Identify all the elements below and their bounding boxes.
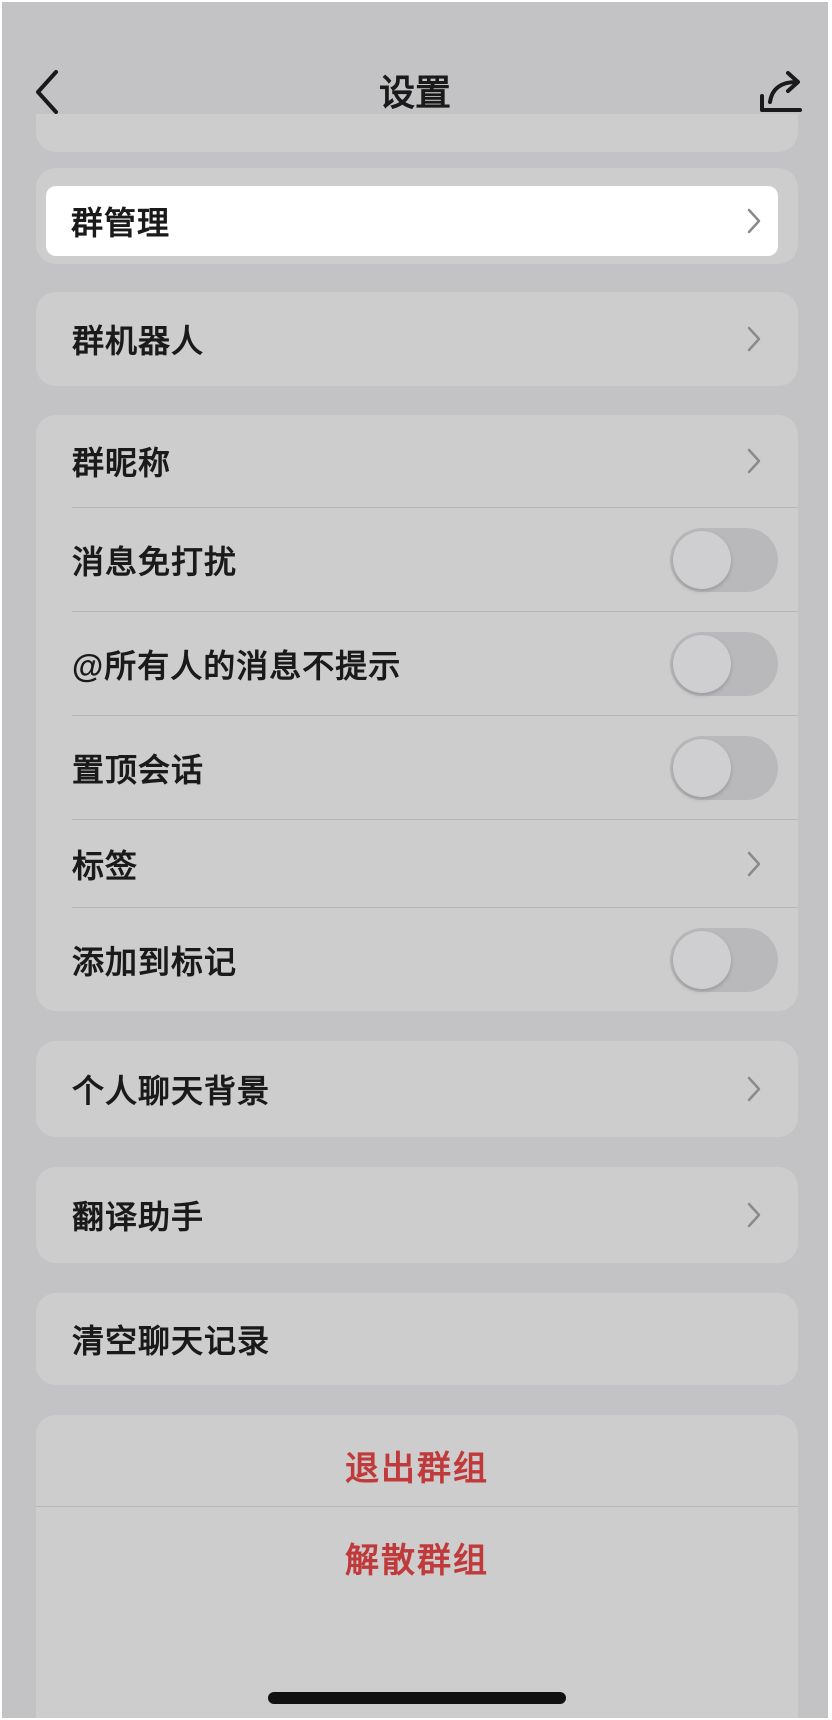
chevron-right-icon [747, 1202, 761, 1228]
mute-toggle[interactable] [670, 527, 778, 592]
pin-chat-label: 置顶会话 [72, 751, 205, 788]
group-nickname-label: 群昵称 [72, 445, 172, 481]
chat-background-label: 个人聊天背景 [72, 1073, 271, 1109]
chevron-right-icon [747, 1076, 761, 1102]
toggle-knob [673, 530, 731, 589]
clear-history-card: 清空聊天记录 [36, 1293, 798, 1385]
group-manage-card: 群管理 [36, 168, 798, 264]
add-mark-toggle[interactable] [670, 927, 778, 992]
settings-screen: 设置 群管理 群机器人 群昵称 消息免打扰 @所有人的消息不提示 置顶会话 标签… [2, 2, 828, 1718]
clear-history-label: 清空聊天记录 [72, 1323, 271, 1359]
at-all-mute-label: @所有人的消息不提示 [72, 647, 402, 684]
dissolve-group-button[interactable]: 解散群组 [36, 1533, 798, 1582]
toggle-knob [673, 738, 731, 797]
tags-row[interactable]: 标签 [36, 820, 798, 907]
chevron-right-icon [747, 208, 761, 234]
at-all-mute-toggle[interactable] [670, 631, 778, 696]
translate-row[interactable]: 翻译助手 [36, 1167, 798, 1263]
add-mark-row: 添加到标记 [36, 908, 798, 1011]
divider [36, 1506, 798, 1507]
chevron-right-icon [747, 448, 761, 474]
group-bot-row[interactable]: 群机器人 [36, 292, 798, 386]
chat-settings-card: 群昵称 消息免打扰 @所有人的消息不提示 置顶会话 标签 添加到标记 [36, 415, 798, 1011]
previous-card-edge [36, 114, 798, 152]
tags-label: 标签 [72, 847, 139, 884]
toggle-knob [673, 930, 731, 989]
pin-chat-row: 置顶会话 [36, 716, 798, 819]
pin-chat-toggle[interactable] [670, 735, 778, 800]
chat-background-row[interactable]: 个人聊天背景 [36, 1041, 798, 1137]
mute-label: 消息免打扰 [72, 543, 238, 580]
group-manage-label: 群管理 [71, 205, 171, 241]
danger-actions-card: 退出群组 解散群组 [36, 1415, 798, 1718]
home-indicator [268, 1692, 566, 1704]
at-all-mute-row: @所有人的消息不提示 [36, 612, 798, 715]
group-nickname-row[interactable]: 群昵称 [36, 415, 798, 507]
page-title: 设置 [378, 72, 451, 113]
chevron-right-icon [747, 326, 761, 352]
toggle-knob [673, 634, 731, 693]
translate-label: 翻译助手 [72, 1199, 205, 1235]
chevron-right-icon [747, 851, 761, 876]
share-icon[interactable] [758, 68, 804, 118]
group-manage-row[interactable]: 群管理 [46, 186, 778, 256]
leave-group-button[interactable]: 退出群组 [36, 1441, 798, 1490]
mute-row: 消息免打扰 [36, 508, 798, 611]
group-bot-label: 群机器人 [72, 323, 205, 359]
translate-card: 翻译助手 [36, 1167, 798, 1263]
chat-background-card: 个人聊天背景 [36, 1041, 798, 1137]
add-mark-label: 添加到标记 [72, 943, 238, 980]
group-bot-card: 群机器人 [36, 292, 798, 386]
clear-history-row[interactable]: 清空聊天记录 [36, 1293, 798, 1385]
